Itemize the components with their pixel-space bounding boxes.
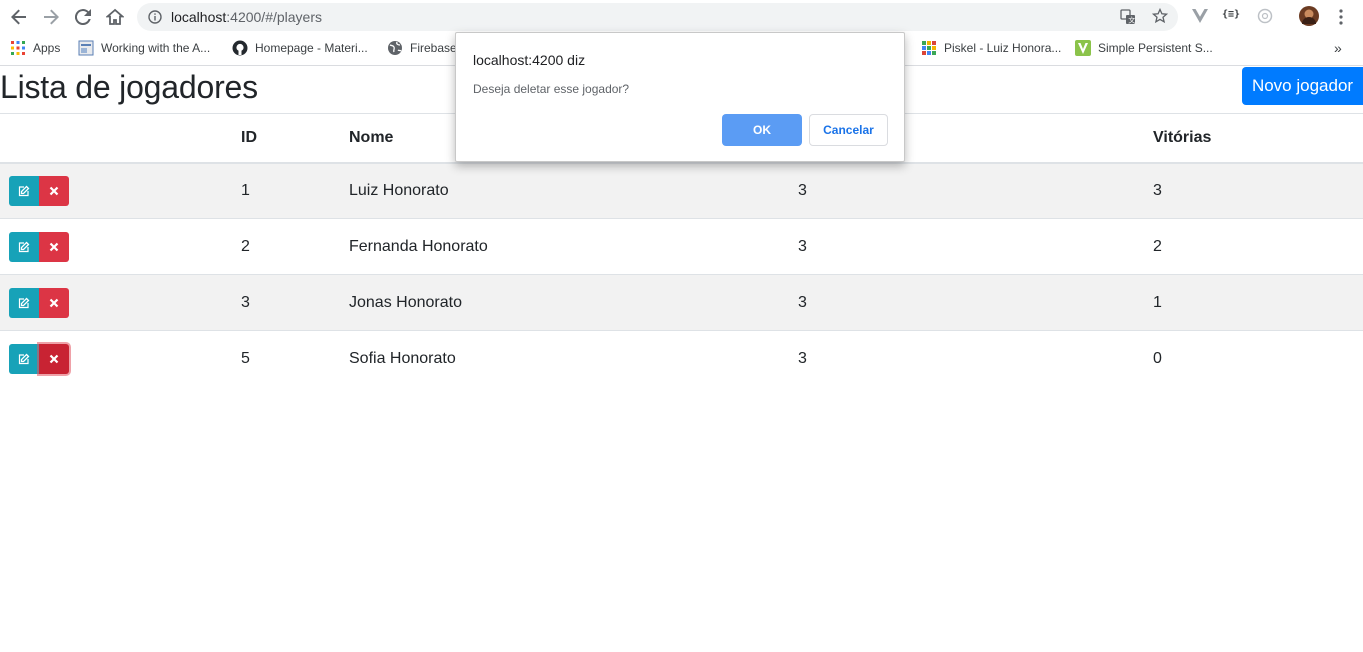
bookmark-label: Firebase (410, 41, 457, 55)
extension-circle-icon[interactable] (1257, 8, 1273, 29)
svg-text:文: 文 (1128, 16, 1135, 25)
close-icon (49, 242, 59, 251)
kebab-menu-icon[interactable] (1336, 8, 1346, 31)
edit-icon (18, 353, 30, 364)
cell-col3: 3 (798, 237, 807, 255)
page-favicon (78, 40, 94, 56)
bookmark-label: Working with the A... (101, 41, 211, 55)
back-arrow-icon[interactable] (7, 5, 31, 29)
url-text: localhost:4200/#/players (171, 9, 322, 25)
star-icon[interactable] (1151, 7, 1169, 29)
cell-wins: 3 (1153, 181, 1162, 199)
vue-devtools-icon[interactable] (1192, 9, 1208, 28)
delete-button[interactable] (39, 175, 69, 206)
avatar[interactable] (1299, 6, 1319, 31)
github-icon (232, 40, 248, 56)
delete-button[interactable] (39, 231, 69, 262)
cell-id: 3 (241, 293, 250, 311)
forward-arrow-icon[interactable] (39, 5, 63, 29)
piskel-icon (921, 40, 937, 56)
dialog-cancel-button[interactable]: Cancelar (809, 114, 888, 146)
cell-id: 1 (241, 181, 250, 199)
bookmark-firebase[interactable]: Firebase (387, 36, 457, 60)
header-wins: Vitórias (1153, 128, 1212, 146)
table-row: 1 Luiz Honorato 3 3 (0, 162, 1363, 219)
header-actions (0, 114, 241, 163)
edit-button[interactable] (9, 287, 39, 318)
globe-icon (387, 40, 403, 56)
dialog-ok-button[interactable]: OK (722, 114, 802, 146)
cell-wins: 1 (1153, 293, 1162, 311)
table-row: 2 Fernanda Honorato 3 2 (0, 218, 1363, 275)
bookmark-label: Apps (33, 41, 61, 55)
edit-button[interactable] (9, 231, 39, 262)
bookmark-label: Homepage - Materi... (255, 41, 368, 55)
new-player-button[interactable]: Novo jogador (1242, 67, 1363, 105)
row-actions (0, 275, 241, 331)
bookmark-piskel[interactable]: Piskel - Luiz Honora... (921, 36, 1061, 60)
row-actions (0, 163, 241, 219)
dialog-title: localhost:4200 diz (473, 52, 586, 68)
cell-col3: 3 (798, 293, 807, 311)
cell-wins: 2 (1153, 237, 1162, 255)
edit-button[interactable] (9, 343, 39, 374)
row-actions (0, 331, 241, 387)
close-icon (49, 298, 59, 307)
apps-grid-icon (10, 40, 26, 56)
translate-icon[interactable]: 文 (1120, 9, 1136, 30)
cell-name: Luiz Honorato (349, 181, 449, 199)
cell-name: Sofia Honorato (349, 349, 456, 367)
bookmarks-more-label: » (1334, 40, 1342, 56)
browser-toolbar: localhost:4200/#/players 文 {≡} (0, 0, 1363, 34)
cell-col3: 3 (798, 349, 807, 367)
info-icon[interactable] (148, 10, 162, 29)
vue-icon (1075, 40, 1091, 56)
edit-icon (18, 185, 30, 196)
cell-wins: 0 (1153, 349, 1162, 367)
bookmark-simple-persistent[interactable]: Simple Persistent S... (1075, 36, 1213, 60)
edit-icon (18, 241, 30, 252)
delete-button[interactable] (39, 343, 69, 374)
edit-button[interactable] (9, 175, 39, 206)
bookmark-label: Piskel - Luiz Honora... (944, 41, 1062, 55)
dialog-message: Deseja deletar esse jogador? (473, 82, 630, 96)
home-icon[interactable] (103, 5, 127, 29)
table-row: 3 Jonas Honorato 3 1 (0, 274, 1363, 331)
cell-id: 2 (241, 237, 250, 255)
reload-icon[interactable] (71, 5, 95, 29)
delete-button[interactable] (39, 287, 69, 318)
close-icon (49, 186, 59, 196)
header-id: ID (241, 128, 257, 146)
bookmark-apps[interactable]: Apps (10, 36, 60, 60)
page-title: Lista de jogadores (0, 69, 258, 105)
table-row: 5 Sofia Honorato 3 0 (0, 330, 1363, 387)
cell-name: Jonas Honorato (349, 293, 462, 311)
bookmark-label: Simple Persistent S... (1098, 41, 1213, 55)
row-actions (0, 219, 241, 275)
confirm-dialog: localhost:4200 diz Deseja deletar esse j… (455, 32, 905, 162)
cell-id: 5 (241, 349, 250, 367)
cell-name: Fernanda Honorato (349, 237, 488, 255)
cell-col3: 3 (798, 181, 807, 199)
address-bar[interactable]: localhost:4200/#/players 文 (137, 3, 1178, 31)
edit-icon (18, 297, 30, 308)
json-viewer-icon[interactable]: {≡} (1222, 9, 1240, 20)
bookmark-homepage[interactable]: Homepage - Materi... (232, 36, 368, 60)
bookmarks-more-button[interactable]: » (1334, 36, 1342, 60)
close-icon (49, 354, 59, 364)
bookmark-working-with[interactable]: Working with the A... (78, 36, 210, 60)
